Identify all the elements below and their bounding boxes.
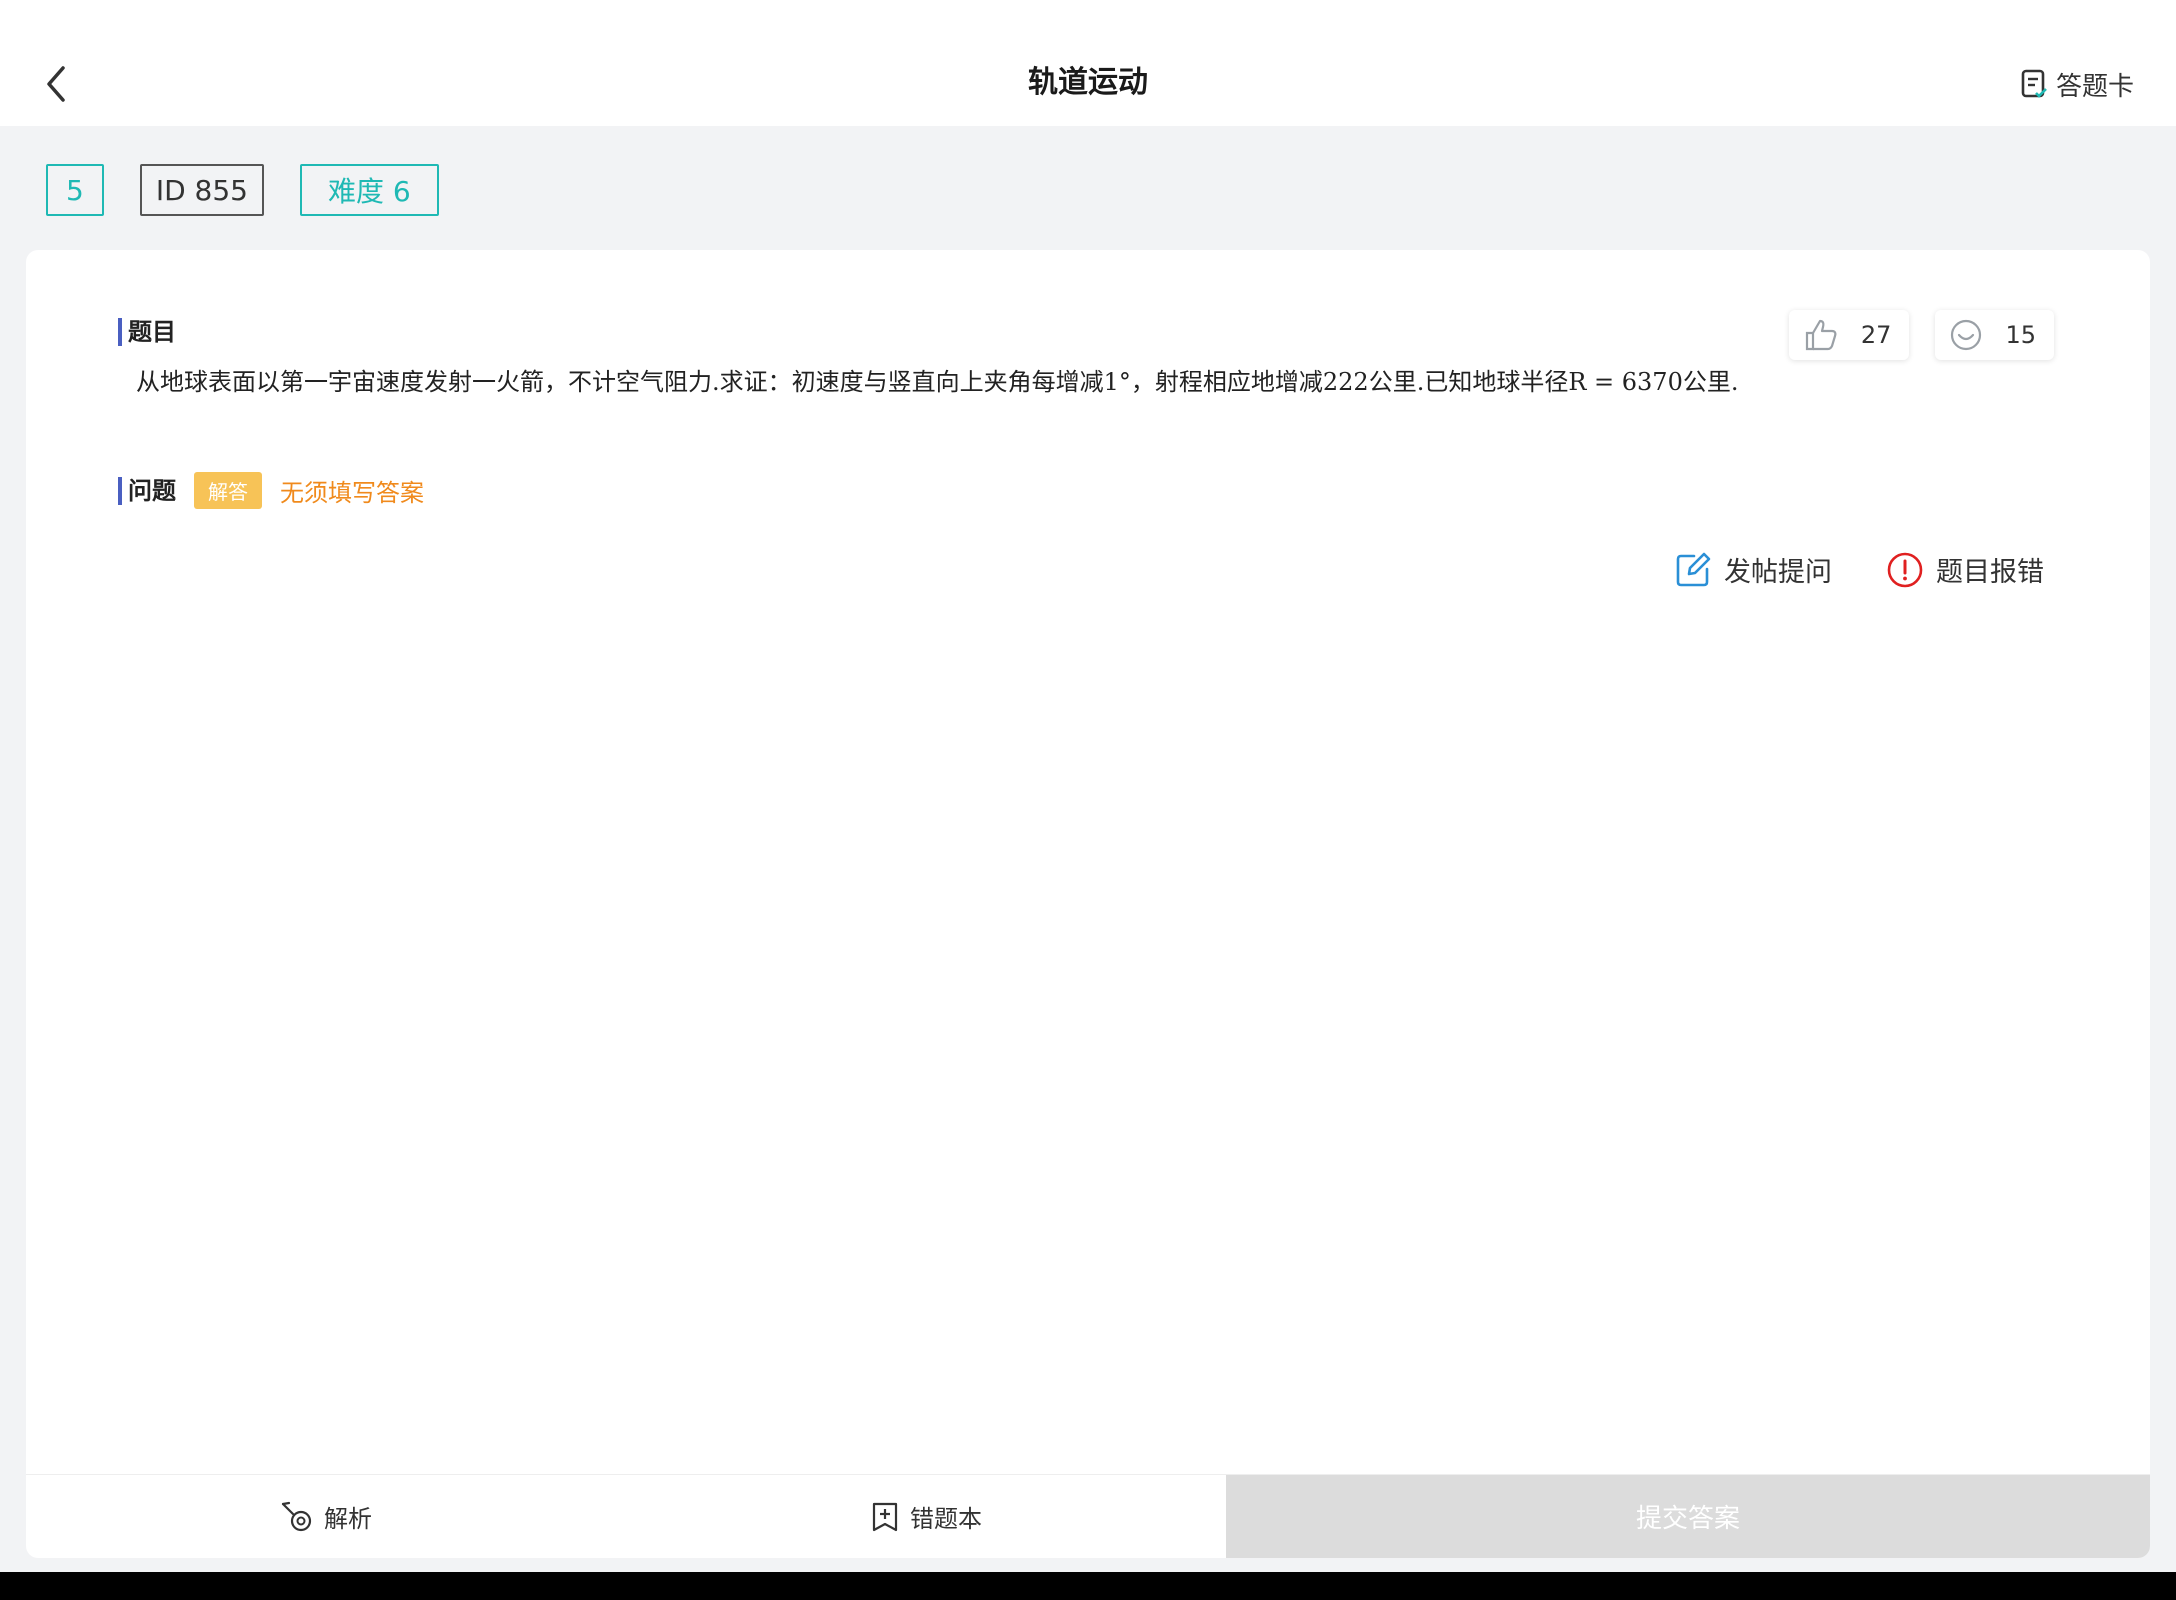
wrong-book-button[interactable]: 错题本: [626, 1475, 1226, 1558]
warning-icon: [1887, 552, 1923, 587]
analysis-icon: [281, 1501, 312, 1531]
question-tags: 5 ID 855 难度 6: [46, 164, 439, 216]
question-id-tag: ID 855: [139, 164, 264, 216]
system-nav-bar: [0, 1572, 2176, 1600]
like-button[interactable]: 27: [1788, 310, 1910, 360]
problem-section-header: 问题 解答 无须填写答案: [118, 472, 424, 509]
page-title: 轨道运动: [1028, 65, 1148, 100]
answer-sheet-icon: [2021, 69, 2047, 98]
post-question-button[interactable]: 发帖提问: [1674, 550, 1832, 589]
question-card: 题目 27 15 从地球表面以第一宇宙速度发射一火箭，不计空气阻力.求证：初速度…: [26, 250, 2150, 1558]
view-count: 15: [2005, 321, 2036, 349]
view-stat[interactable]: 15: [1935, 310, 2054, 360]
difficulty-tag: 难度 6: [300, 164, 439, 216]
submit-answer-button[interactable]: 提交答案: [1226, 1475, 2150, 1558]
analysis-button[interactable]: 解析: [26, 1475, 626, 1558]
like-count: 27: [1860, 321, 1892, 349]
report-error-label: 题目报错: [1936, 557, 2044, 588]
edit-icon: [1676, 552, 1711, 586]
question-stem: 从地球表面以第一宇宙速度发射一火箭，不计空气阻力.求证：初速度与竖直向上夹角每增…: [136, 368, 1739, 396]
analysis-label: 解析: [324, 1505, 372, 1533]
wrong-book-label: 错题本: [910, 1505, 982, 1533]
bottom-bar: 解析 错题本 提交答案: [26, 1474, 2150, 1558]
top-bar: 轨道运动 答题卡: [0, 0, 2176, 126]
problem-section-title: 问题: [118, 476, 176, 505]
report-error-button[interactable]: 题目报错: [1886, 550, 2044, 589]
post-question-label: 发帖提问: [1724, 557, 1832, 588]
stats-group: 27 15: [1788, 310, 2054, 360]
question-number-tag: 5: [46, 164, 104, 216]
no-answer-note: 无须填写答案: [280, 479, 424, 507]
question-type-badge: 解答: [194, 472, 262, 509]
question-section-header: 题目: [118, 318, 176, 346]
answer-card-button[interactable]: 答题卡: [2020, 64, 2134, 104]
smiley-icon: [1951, 319, 1982, 351]
question-actions: 发帖提问 题目报错: [1674, 550, 2044, 589]
answer-card-label: 答题卡: [2055, 71, 2134, 102]
thumbs-up-icon: [1805, 319, 1837, 351]
question-section-title: 题目: [118, 318, 176, 346]
bookmark-add-icon: [872, 1502, 898, 1531]
